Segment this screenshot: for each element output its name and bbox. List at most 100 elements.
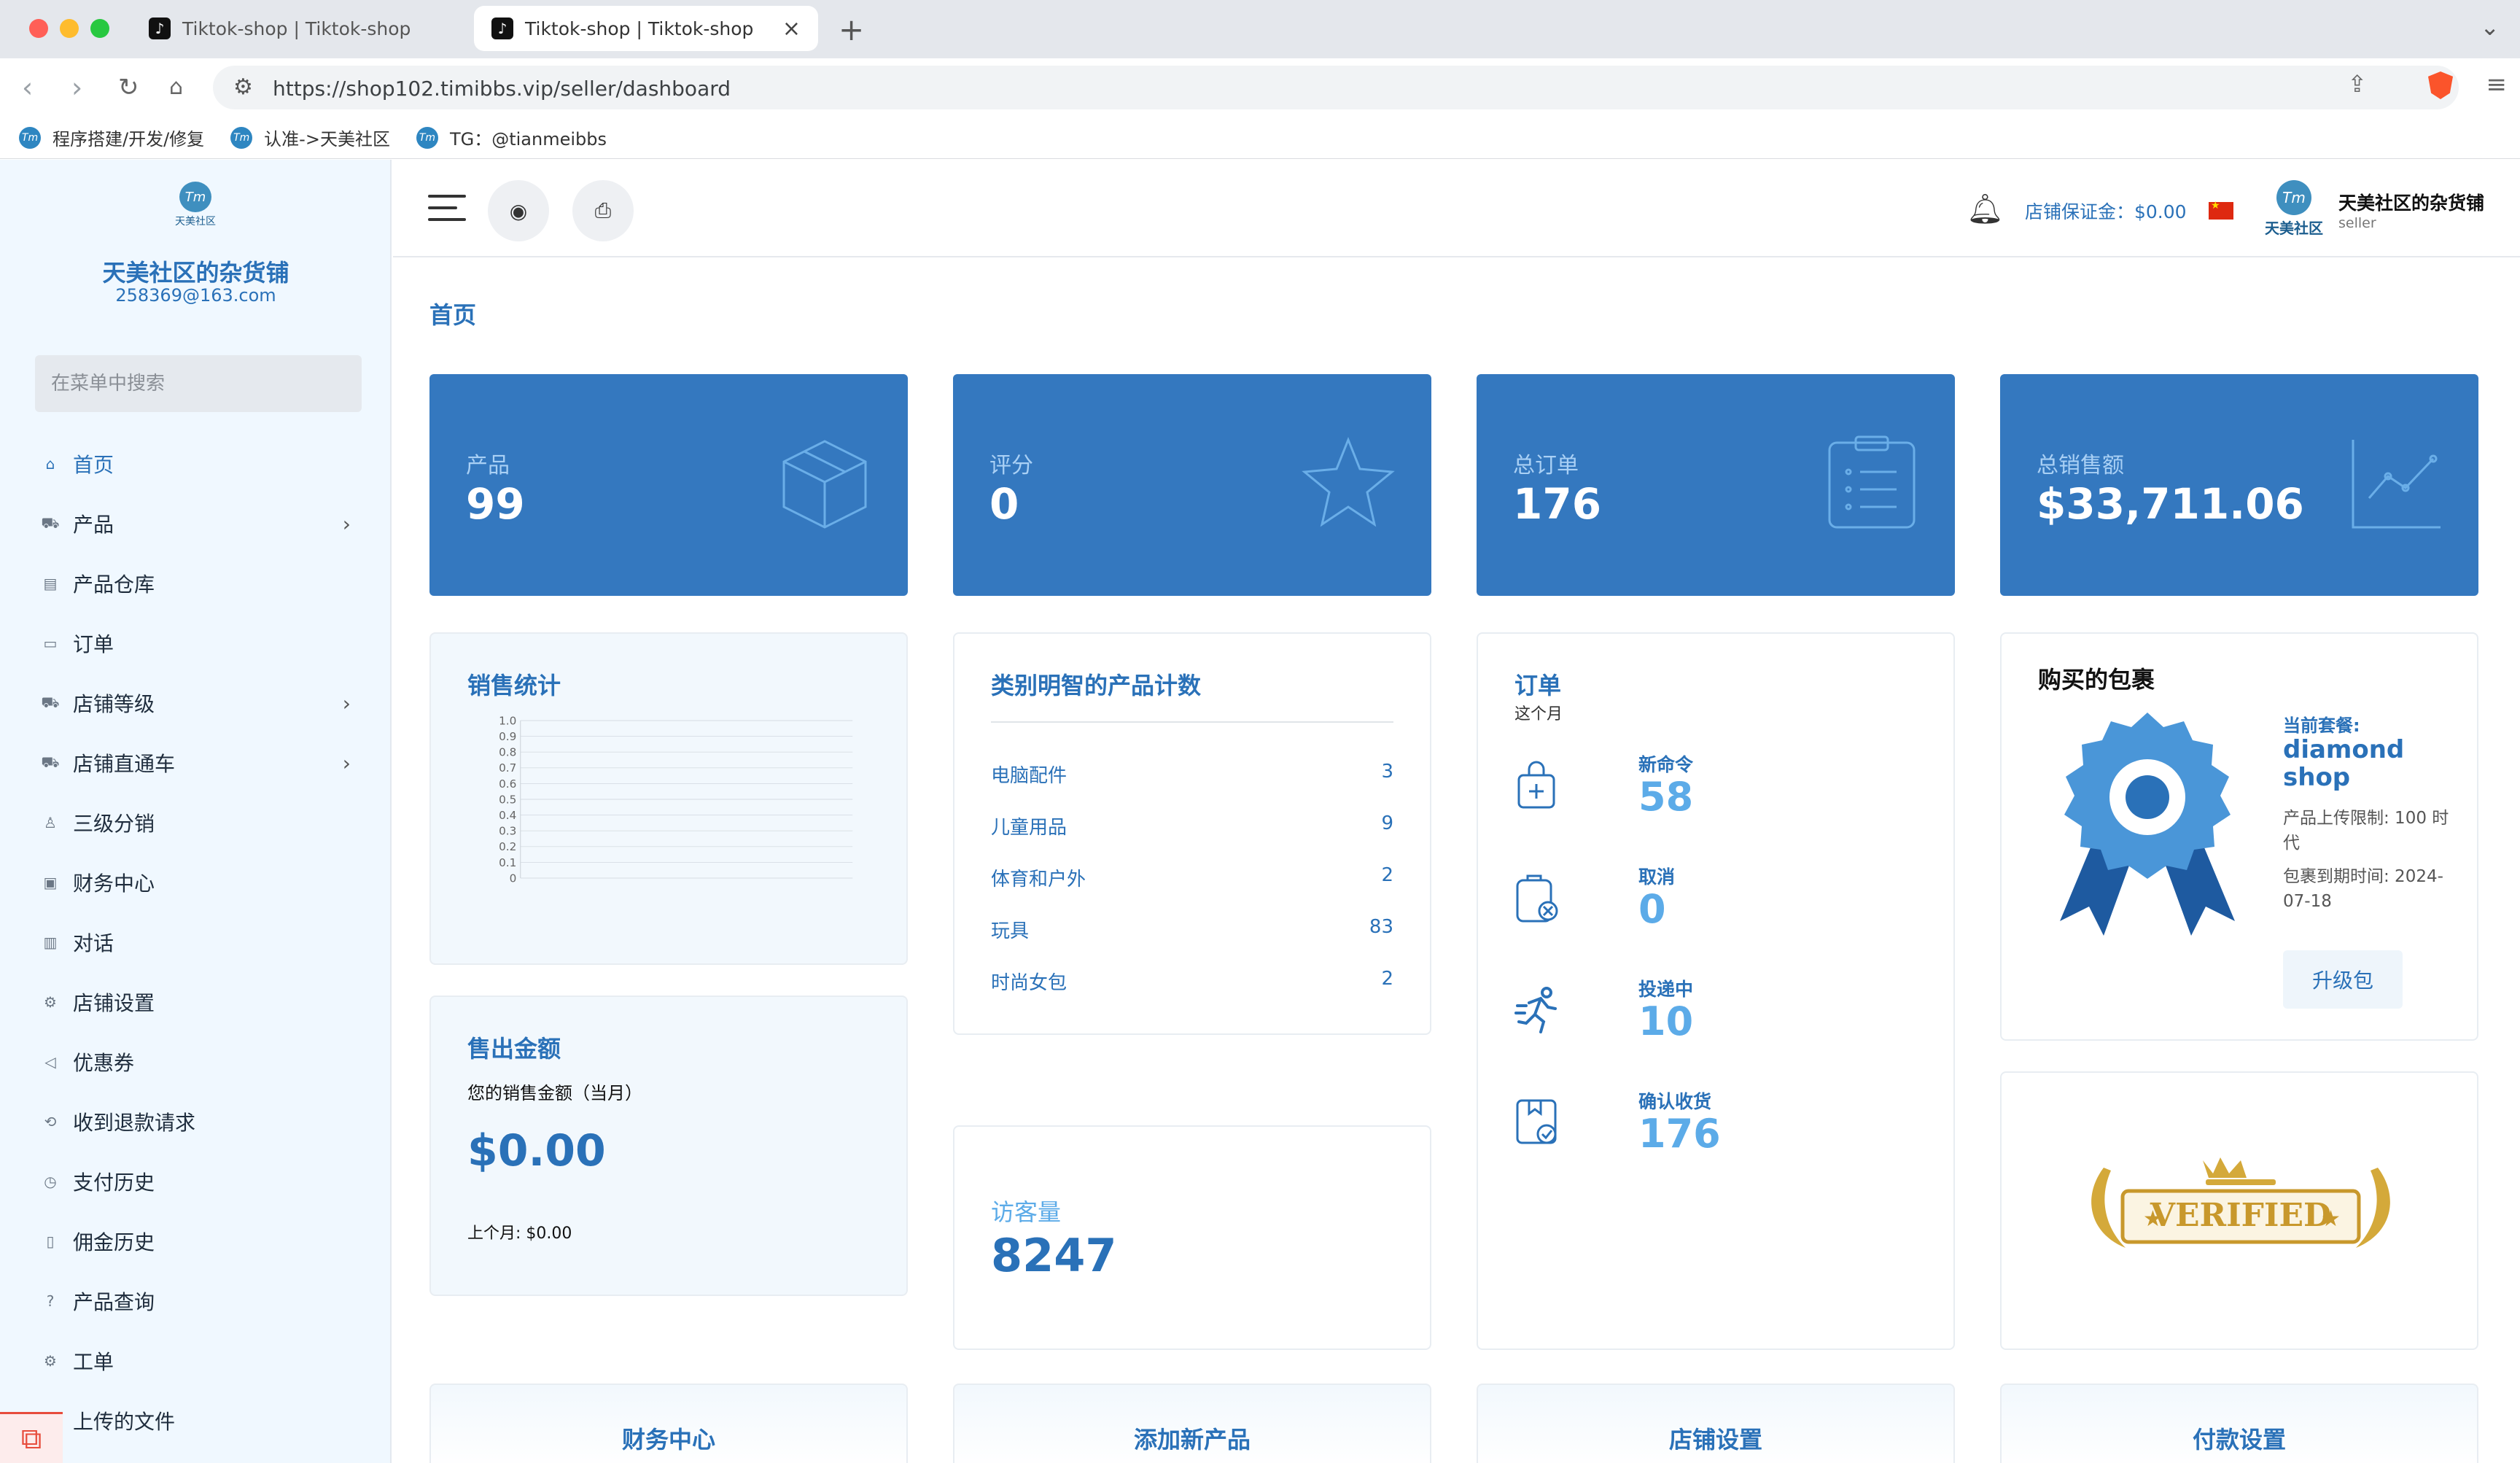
sidebar-item[interactable]: ▥ 对话 bbox=[0, 912, 392, 972]
sidebar-item[interactable]: ♙ 三级分销 bbox=[0, 793, 392, 853]
sales-chart: 1.0 0.9 0.8 0.7 0.6 0.5 0.4 0.3 0.2 0.1 0 bbox=[499, 714, 853, 885]
sidebar-item[interactable]: ▤ 产品仓库 bbox=[0, 554, 392, 613]
user-icon: ♙ bbox=[44, 814, 57, 831]
back-icon[interactable]: ‹ bbox=[22, 71, 33, 104]
category-row[interactable]: 儿童用品 9 bbox=[991, 812, 1393, 839]
sidebar-item[interactable]: ⛟ 产品 › bbox=[0, 494, 392, 554]
category-row[interactable]: 体育和户外 2 bbox=[991, 864, 1393, 891]
bookmark-label: 程序搭建/开发/修复 bbox=[52, 129, 205, 150]
order-stat-value: 176 bbox=[1638, 1111, 1721, 1157]
stat-card-rating[interactable]: 评分 0 bbox=[953, 374, 1431, 596]
site-logo-icon: Tm bbox=[230, 126, 253, 149]
sidebar-item[interactable]: ⛟ 店铺等级 › bbox=[0, 673, 392, 733]
bookmark-icon[interactable]: ⌂ bbox=[169, 74, 183, 100]
minimize-window-button[interactable] bbox=[60, 19, 79, 38]
printer-icon[interactable]: ⎙ bbox=[572, 180, 634, 241]
close-window-button[interactable] bbox=[29, 19, 48, 38]
menu-search-input[interactable] bbox=[35, 355, 362, 412]
sidebar-item[interactable]: ▣ 财务中心 bbox=[0, 853, 392, 912]
y-tick-label: 1.0 bbox=[499, 714, 516, 727]
runner-icon bbox=[1514, 987, 1557, 1033]
browser-tab-active[interactable]: ♪ Tiktok-shop | Tiktok-shop × bbox=[474, 6, 818, 51]
quick-link-finance[interactable]: 财务中心 bbox=[429, 1384, 908, 1463]
quick-link-label: 添加新产品 bbox=[1133, 1426, 1251, 1454]
order-stat-shipping[interactable]: 投递中 10 bbox=[1514, 972, 1923, 1052]
logo-subtext: 天美社区 bbox=[175, 216, 216, 228]
user-avatar[interactable]: Tm 天美社区 bbox=[2263, 180, 2325, 238]
current-plan-label: 当前套餐: bbox=[2283, 715, 2360, 736]
gear-icon: ⚙ bbox=[44, 1352, 57, 1370]
sidebar-item-label: 佣金历史 bbox=[73, 1230, 155, 1254]
category-count: 3 bbox=[1381, 761, 1393, 783]
y-tick-label: 0.2 bbox=[499, 840, 516, 853]
china-flag-icon[interactable] bbox=[2209, 200, 2233, 220]
order-stat-new[interactable]: 新命令 58 bbox=[1514, 748, 1923, 828]
new-tab-icon[interactable]: + bbox=[839, 12, 864, 47]
site-settings-icon[interactable]: ⚙ bbox=[233, 74, 253, 100]
received-icon bbox=[1516, 1099, 1557, 1144]
stat-label: 总订单 bbox=[1513, 453, 1579, 478]
bookmark-item[interactable]: Tm TG：@tianmeibbs bbox=[416, 125, 607, 150]
address-bar[interactable]: ⚙ https://shop102.timibbs.vip/seller/das… bbox=[213, 66, 2459, 109]
sidebar-item[interactable]: ? 产品查询 bbox=[0, 1271, 392, 1331]
sidebar-item[interactable]: ▯ 佣金历史 bbox=[0, 1211, 392, 1271]
y-tick-label: 0.5 bbox=[499, 793, 516, 806]
deposit-balance[interactable]: 店铺保证金：$0.00 bbox=[2025, 198, 2187, 224]
chevron-down-icon[interactable]: ⌄ bbox=[2480, 13, 2500, 41]
user-name[interactable]: 天美社区的杂货铺 bbox=[2338, 189, 2484, 215]
sidebar-item[interactable]: ▭ 订单 bbox=[0, 613, 392, 673]
package-expiry: 包裹到期时间: 2024-07-18 bbox=[2283, 867, 2443, 911]
sidebar-item[interactable]: ⟲ 收到退款请求 bbox=[0, 1092, 392, 1152]
order-stat-label: 取消 bbox=[1638, 866, 1676, 888]
laravel-icon[interactable]: ⧉ bbox=[0, 1412, 63, 1463]
top-header: ◉ ⎙ 🔔︎ 店铺保证金：$0.00 Tm 天美社区 天美社区的杂货铺 sell… bbox=[393, 160, 2520, 257]
maximize-window-button[interactable] bbox=[90, 19, 109, 38]
quick-link-shop-settings[interactable]: 店铺设置 bbox=[1477, 1384, 1955, 1463]
category-name: 儿童用品 bbox=[991, 817, 1068, 839]
warehouse-icon: ▤ bbox=[43, 575, 58, 592]
bell-icon[interactable]: 🔔︎ bbox=[1967, 192, 2004, 226]
sidebar-menu: ⌂ 首页 ⛟ 产品 › ▤ 产品仓库 ▭ 订单 ⛟ 店铺等级 › ⛟ 店铺直通车 › ♙ 三级分销 ▣ 财务中心 ▥ 对… bbox=[0, 434, 392, 1451]
category-row[interactable]: 电脑配件 3 bbox=[991, 761, 1393, 788]
bookmark-item[interactable]: Tm 认准->天美社区 bbox=[230, 125, 390, 150]
chevron-right-icon: › bbox=[342, 691, 351, 715]
order-stat-received[interactable]: 确认收货 176 bbox=[1514, 1084, 1923, 1165]
forward-icon[interactable]: › bbox=[71, 71, 82, 104]
order-stat-label: 新命令 bbox=[1638, 754, 1694, 775]
sidebar-item[interactable]: ◁ 优惠券 bbox=[0, 1032, 392, 1092]
browser-menu-icon[interactable]: ≡ bbox=[2486, 70, 2508, 99]
shop-email: 258369@163.com bbox=[115, 285, 276, 306]
svg-text:★: ★ bbox=[2321, 1206, 2341, 1232]
sidebar-item[interactable]: ⚙ 店铺设置 bbox=[0, 972, 392, 1032]
globe-icon[interactable]: ◉ bbox=[488, 180, 549, 241]
card-title: 类别明智的产品计数 bbox=[991, 672, 1202, 699]
browser-tabbar: ♪ Tiktok-shop | Tiktok-shop ♪ Tiktok-sho… bbox=[0, 0, 2520, 58]
category-count: 83 bbox=[1369, 916, 1393, 938]
hamburger-menu-icon[interactable] bbox=[428, 195, 466, 224]
category-row[interactable]: 玩具 83 bbox=[991, 916, 1393, 943]
browser-tab[interactable]: ♪ Tiktok-shop | Tiktok-shop bbox=[131, 6, 459, 51]
star-icon bbox=[1302, 436, 1395, 527]
sidebar-item-label: 工单 bbox=[73, 1350, 114, 1374]
stat-card-sales[interactable]: 总销售额 $33,711.06 bbox=[2000, 374, 2478, 596]
stat-card-products[interactable]: 产品 99 bbox=[429, 374, 908, 596]
stat-card-orders[interactable]: 总订单 176 bbox=[1477, 374, 1955, 596]
category-row[interactable]: 时尚女包 2 bbox=[991, 968, 1393, 995]
upgrade-package-button[interactable]: 升级包 bbox=[2283, 950, 2403, 1009]
quick-link-payment-settings[interactable]: 付款设置 bbox=[2000, 1384, 2478, 1463]
reload-icon[interactable]: ↻ bbox=[118, 73, 139, 102]
quick-link-add-product[interactable]: 添加新产品 bbox=[953, 1384, 1431, 1463]
bookmark-item[interactable]: Tm 程序搭建/开发/修复 bbox=[19, 125, 204, 150]
share-icon[interactable]: ⇪ bbox=[2347, 70, 2367, 98]
shop-logo[interactable]: Tm 天美社区 bbox=[169, 182, 222, 228]
svg-text:★: ★ bbox=[2143, 1206, 2163, 1232]
sold-amount: $0.00 bbox=[467, 1125, 606, 1176]
tab-title: Tiktok-shop | Tiktok-shop bbox=[182, 18, 411, 39]
upload-limit: 产品上传限制: 100 时代 bbox=[2283, 809, 2449, 853]
sidebar-item[interactable]: ◷ 支付历史 bbox=[0, 1152, 392, 1211]
close-tab-icon[interactable]: × bbox=[782, 16, 801, 42]
sidebar-item[interactable]: ⌂ 首页 bbox=[0, 434, 392, 494]
order-stat-cancelled[interactable]: 取消 0 bbox=[1514, 860, 1923, 940]
sidebar-item[interactable]: ⛟ 店铺直通车 › bbox=[0, 733, 392, 793]
sidebar-item[interactable]: ⚙ 工单 bbox=[0, 1331, 392, 1391]
